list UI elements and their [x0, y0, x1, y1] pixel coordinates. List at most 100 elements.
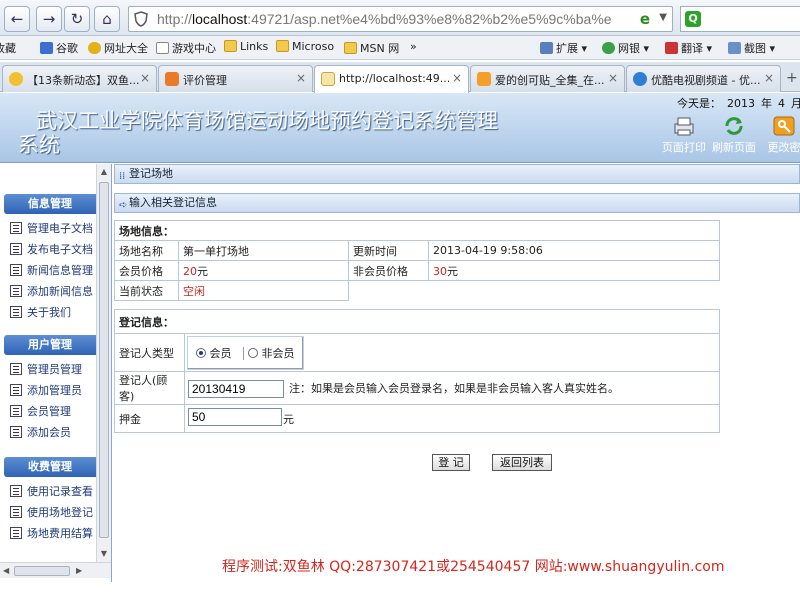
radio-group: 会员 非会员 — [187, 335, 304, 370]
sidebar-item-publish-docs[interactable]: 发布电子文档 — [0, 239, 96, 260]
deposit-input[interactable] — [188, 408, 282, 426]
sidebar-item-about[interactable]: 关于我们 — [0, 302, 96, 323]
bookmark-favorites[interactable]: 收藏 — [0, 40, 16, 56]
arrow-right-icon: ➪ — [119, 200, 128, 211]
bookmark-microsoft[interactable]: Microso — [276, 40, 334, 53]
bookmarks-overflow[interactable]: » — [410, 40, 417, 53]
tab-video[interactable]: 爱的创可贴_全集_在... × — [470, 65, 625, 92]
sidebar-vertical-scrollbar[interactable]: ▲ ▼ — [96, 164, 111, 562]
browser-logo-icon: e — [639, 10, 650, 28]
document-icon — [10, 243, 22, 255]
sidebar-item-venue-register[interactable]: 使用场地登记 — [0, 502, 96, 523]
sidebar-item-add-member[interactable]: 添加会员 — [0, 422, 96, 443]
refresh-icon[interactable]: ↻ — [64, 6, 90, 32]
bookmarks-bar: 收藏 谷歌 网址大全 游戏中心 Links Microso MSN 网 » 扩展… — [0, 36, 800, 60]
bookmark-ebank[interactable]: 网银 ▾ — [602, 40, 649, 56]
scroll-down-icon[interactable]: ▼ — [97, 546, 111, 562]
register-button[interactable]: 登 记 — [432, 454, 470, 471]
tab-review[interactable]: 评价管理 × — [158, 65, 313, 92]
play-icon — [633, 72, 647, 86]
register-section-title: 登记信息： — [114, 309, 720, 334]
bookmark-google[interactable]: 谷歌 — [40, 40, 78, 56]
scrollbar-thumb[interactable] — [99, 182, 109, 538]
scroll-left-icon[interactable]: ◀ — [3, 563, 9, 579]
site-header: 武汉工业学院体育场馆运动场地预约登记系统管理 系统 今天是：2013年4月19 … — [0, 93, 800, 163]
page-icon — [156, 42, 169, 54]
status-label: 当前状态 — [114, 280, 179, 301]
security-shield-icon — [134, 11, 148, 27]
sidebar-item-manage-news[interactable]: 新闻信息管理 — [0, 260, 96, 281]
bookmark-screenshot[interactable]: 截图 ▾ — [728, 40, 775, 56]
empty-cell — [349, 281, 720, 301]
registrant-label: 登记人(顾客) — [114, 371, 185, 405]
document-icon — [10, 222, 22, 234]
member-price-label: 会员价格 — [114, 260, 179, 281]
page-title-bar: ⁞⁞ 登记场地 — [114, 164, 800, 184]
extensions-icon — [540, 42, 553, 54]
document-icon — [10, 426, 22, 438]
forward-icon[interactable]: → — [36, 6, 62, 32]
close-icon[interactable]: × — [608, 71, 618, 85]
home-icon[interactable]: ⌂ — [94, 6, 120, 32]
bookmark-url-nav[interactable]: 网址大全 — [88, 40, 148, 56]
search-input[interactable]: Q — [680, 6, 800, 32]
sidebar-item-fee-settlement[interactable]: 场地费用结算 — [0, 523, 96, 544]
scroll-up-icon[interactable]: ▲ — [97, 164, 111, 180]
footer-credit: 程序测试:双鱼林 QQ:287307421或254540457 网站:www.s… — [222, 559, 725, 575]
venue-info-table: 场地信息： 场地名称 第一单打场地 更新时间 2013-04-19 9:58:0… — [114, 220, 720, 301]
bookmark-translate[interactable]: 翻译 ▾ — [665, 40, 712, 56]
chevron-down-icon[interactable]: ▼ — [659, 12, 667, 23]
bookmark-links[interactable]: Links — [224, 40, 268, 53]
bookmark-game-center[interactable]: 游戏中心 — [156, 40, 216, 56]
document-icon — [10, 506, 22, 518]
new-tab-button[interactable]: + — [786, 70, 798, 86]
close-icon[interactable]: × — [140, 71, 150, 85]
radio-member[interactable]: 会员 — [196, 347, 232, 360]
sidebar-item-manage-docs[interactable]: 管理电子文档 — [0, 218, 96, 239]
bookmark-extensions[interactable]: 扩展 ▾ — [540, 40, 587, 56]
address-bar[interactable]: http://localhost:49721/asp.net%e4%bd%93%… — [128, 6, 673, 32]
sidebar-group-users[interactable]: 用户管理 — [4, 335, 96, 355]
sidebar: 信息管理 管理电子文档 发布电子文档 新闻信息管理 添加新闻信息 关于我们 用户… — [0, 164, 112, 582]
bookmark-msn[interactable]: MSN 网 — [344, 40, 399, 56]
sidebar-item-usage-records[interactable]: 使用记录查看 — [0, 481, 96, 502]
folder-icon — [344, 42, 357, 54]
sidebar-item-add-admin[interactable]: 添加管理员 — [0, 380, 96, 401]
radio-nonmember[interactable]: 非会员 — [243, 346, 295, 360]
tab-localhost[interactable]: http://localhost:49... × — [314, 65, 469, 93]
url-nav-icon — [88, 42, 101, 54]
tab-youku[interactable]: 优酷电视剧频道 - 优... × — [626, 65, 781, 92]
translate-icon — [665, 42, 678, 54]
sidebar-item-manage-admins[interactable]: 管理员管理 — [0, 359, 96, 380]
sidebar-item-add-news[interactable]: 添加新闻信息 — [0, 281, 96, 302]
page-title: 武汉工业学院体育场馆运动场地预约登记系统管理 系统 — [18, 109, 498, 157]
document-icon — [10, 485, 22, 497]
sidebar-horizontal-scrollbar[interactable]: ◀ ▶ — [0, 562, 111, 578]
venue-name-label: 场地名称 — [114, 240, 179, 261]
close-icon[interactable]: × — [296, 71, 306, 85]
key-icon — [773, 116, 795, 136]
pma-icon — [321, 72, 335, 86]
close-icon[interactable]: × — [452, 71, 462, 85]
browser-tabs: 【13条新动态】双鱼... × 评价管理 × http://localhost:49… — [0, 62, 800, 93]
scroll-right-icon[interactable]: ▶ — [76, 563, 82, 579]
sidebar-group-fees[interactable]: 收费管理 — [4, 457, 96, 477]
url-text[interactable]: http://localhost:49721/asp.net%e4%bd%93%… — [157, 11, 627, 27]
scrollbar-thumb[interactable] — [14, 566, 70, 576]
back-icon[interactable]: ← — [4, 6, 30, 32]
sidebar-item-manage-members[interactable]: 会员管理 — [0, 401, 96, 422]
page-icon — [165, 72, 179, 86]
nonmember-price-label: 非会员价格 — [348, 260, 429, 281]
venue-name-value: 第一单打场地 — [178, 240, 349, 261]
sidebar-group-info[interactable]: 信息管理 — [4, 194, 96, 214]
close-icon[interactable]: × — [764, 71, 774, 85]
updated-label: 更新时间 — [348, 240, 429, 261]
sidebar-menu: 信息管理 管理电子文档 发布电子文档 新闻信息管理 添加新闻信息 关于我们 用户… — [0, 164, 96, 562]
tab-news[interactable]: 【13条新动态】双鱼... × — [2, 65, 157, 92]
change-password-button[interactable]: 更改密 — [754, 115, 800, 155]
folder-icon — [224, 40, 237, 52]
back-to-list-button[interactable]: 返回列表 — [492, 454, 552, 471]
registrant-input[interactable] — [188, 380, 284, 398]
